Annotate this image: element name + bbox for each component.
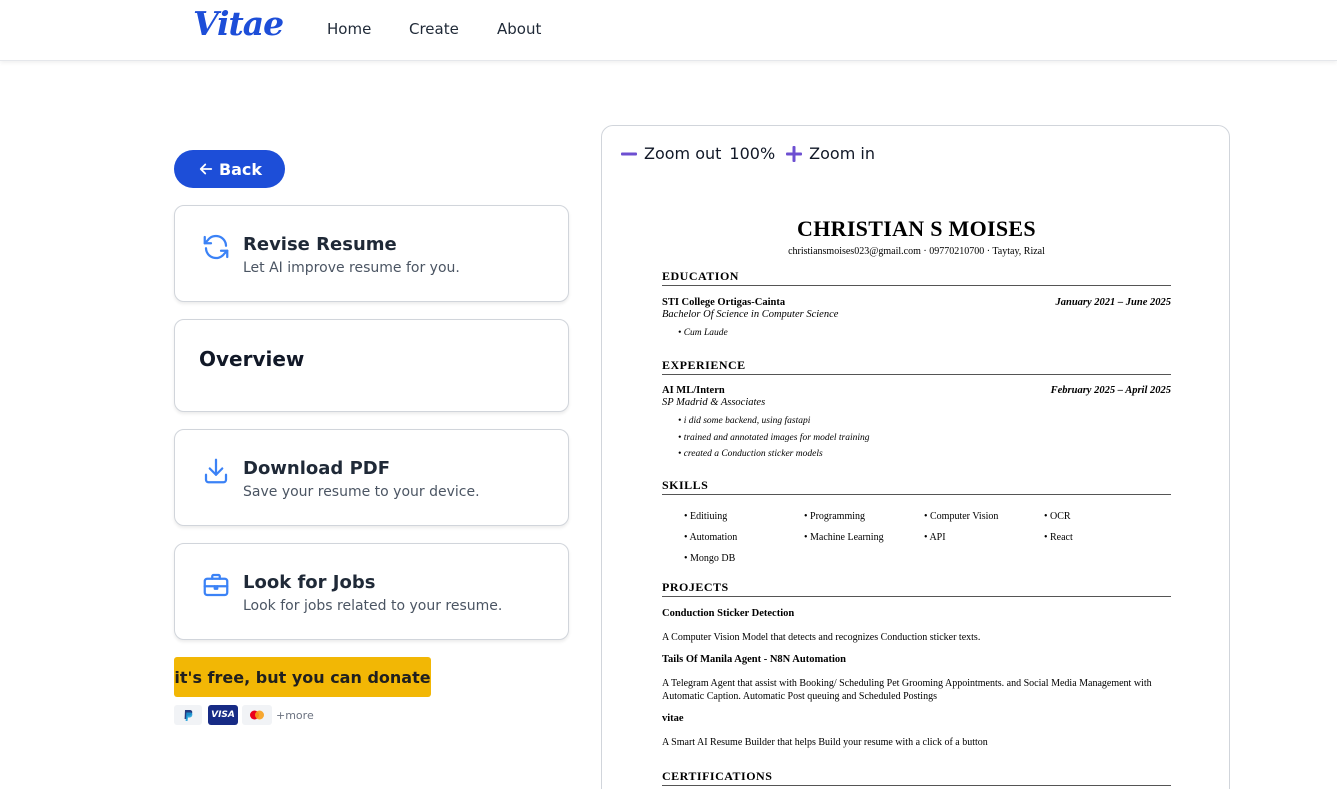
briefcase-icon (203, 573, 229, 597)
experience-bullet: • i did some backend, using fastapi (678, 416, 811, 426)
refresh-icon (203, 234, 229, 260)
project-title: vitae (662, 713, 684, 724)
paypal-icon (174, 705, 202, 725)
zoom-level: 100% (729, 144, 776, 163)
zoom-out-button[interactable]: Zoom out (620, 144, 721, 163)
zoom-toolbar: Zoom out 100% Zoom in (620, 144, 875, 163)
vitae-logo[interactable]: Vitae (193, 4, 284, 43)
section-certifications: CERTIFICATIONS (662, 769, 1171, 786)
skill-item: • React (1044, 532, 1073, 543)
project-description: A Telegram Agent that assist with Bookin… (662, 678, 1152, 702)
plus-icon (786, 145, 803, 162)
back-button[interactable]: Back (174, 150, 285, 188)
section-projects: PROJECTS (662, 580, 1171, 597)
section-experience: EXPERIENCE (662, 358, 1171, 375)
revise-resume-card[interactable]: Revise Resume Let AI improve resume for … (174, 205, 569, 302)
zoom-in-label: Zoom in (809, 144, 875, 163)
overview-title: Overview (199, 347, 305, 371)
revise-resume-title: Revise Resume (243, 234, 397, 255)
skill-item: • API (924, 532, 946, 543)
experience-bullet: • created a Conduction sticker models (678, 449, 823, 459)
experience-bullet: • trained and annotated images for model… (678, 433, 870, 443)
revise-resume-subtitle: Let AI improve resume for you. (243, 260, 460, 276)
mastercard-icon (242, 705, 272, 725)
experience-company: SP Madrid & Associates (662, 397, 766, 408)
nav-home-link[interactable]: Home (327, 20, 371, 38)
zoom-in-button[interactable]: Zoom in (785, 144, 875, 163)
section-education: EDUCATION (662, 269, 1171, 286)
project-title: Conduction Sticker Detection (662, 608, 795, 619)
education-bullet: • Cum Laude (678, 328, 728, 338)
look-for-jobs-title: Look for Jobs (243, 572, 376, 593)
visa-icon: VISA (208, 705, 238, 725)
zoom-out-label: Zoom out (644, 144, 722, 163)
download-pdf-title: Download PDF (243, 458, 391, 479)
minus-icon (621, 152, 637, 155)
back-button-label: Back (218, 159, 263, 179)
look-for-jobs-subtitle: Look for jobs related to your resume. (243, 598, 503, 614)
skill-item: • OCR (1044, 511, 1071, 522)
project-description: A Computer Vision Model that detects and… (662, 632, 981, 643)
download-pdf-subtitle: Save your resume to your device. (243, 484, 480, 500)
download-pdf-card[interactable]: Download PDF Save your resume to your de… (174, 429, 569, 526)
top-navbar: Vitae Home Create About (0, 0, 1337, 61)
skill-item: • Automation (684, 532, 738, 543)
more-payments-label: +more (276, 709, 314, 722)
experience-dates: February 2025 – April 2025 (1050, 385, 1171, 396)
education-dates: January 2021 – June 2025 (1055, 297, 1171, 308)
nav-create-link[interactable]: Create (409, 20, 459, 38)
overview-card[interactable]: Overview (174, 319, 569, 412)
nav-about-link[interactable]: About (497, 20, 541, 38)
section-skills: SKILLS (662, 478, 1171, 495)
skill-item: • Programming (804, 511, 865, 522)
skill-item: • Editiuing (684, 511, 728, 522)
skill-item: • Computer Vision (924, 511, 999, 522)
resume-contact: christiansmoises023@gmail.com · 09770210… (788, 246, 1045, 257)
education-school: STI College Ortigas-Cainta (662, 297, 786, 308)
donate-button[interactable]: it's free, but you can donate (174, 657, 431, 697)
download-icon (204, 458, 228, 484)
resume-preview-panel: Zoom out 100% Zoom in CHRISTIAN S MOISES… (601, 125, 1230, 789)
skill-item: • Mongo DB (684, 553, 736, 564)
look-for-jobs-card[interactable]: Look for Jobs Look for jobs related to y… (174, 543, 569, 640)
skill-item: • Machine Learning (804, 532, 884, 543)
experience-role: AI ML/Intern (662, 385, 725, 396)
project-description: A Smart AI Resume Builder that helps Bui… (662, 737, 988, 748)
education-degree: Bachelor Of Science in Computer Science (662, 309, 839, 320)
resume-name: CHRISTIAN S MOISES (797, 216, 1036, 241)
project-title: Tails Of Manila Agent - N8N Automation (662, 654, 846, 665)
arrow-left-icon (199, 163, 213, 175)
